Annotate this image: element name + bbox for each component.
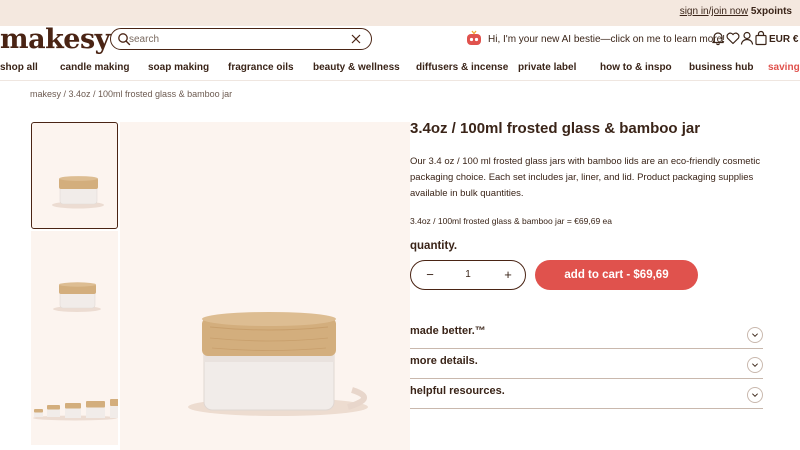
product-thumbnail-3[interactable]: [31, 338, 118, 445]
quantity-label: quantity.: [410, 240, 458, 252]
nav-how-to-inspo[interactable]: how to & inspo: [600, 62, 672, 73]
nav-private-label[interactable]: private label: [518, 62, 576, 73]
nav-diffusers-incense[interactable]: diffusers & incense: [416, 62, 508, 73]
product-description: Our 3.4 oz / 100 ml frosted glass jars w…: [410, 156, 761, 199]
quantity-decrease-button[interactable]: −: [423, 267, 437, 283]
nav-savings[interactable]: savings: [768, 62, 800, 73]
points-label: 5xpoints: [750, 6, 792, 17]
makesy-logo[interactable]: makesy: [0, 24, 110, 55]
search-bar[interactable]: [110, 28, 372, 50]
promo-bar: sign in/join now 5xpoints: [0, 0, 800, 26]
accordion-helpful-resources[interactable]: helpful resources.: [410, 379, 763, 409]
nav-soap-making[interactable]: soap making: [148, 62, 209, 73]
close-icon[interactable]: [350, 33, 362, 45]
bag-icon[interactable]: [753, 30, 769, 46]
ai-bestie-icon[interactable]: [465, 29, 483, 47]
jar-lineup-image: [33, 399, 118, 421]
product-title: 3.4oz / 100ml frosted glass & bamboo jar: [410, 120, 701, 137]
jar-image: [188, 312, 368, 416]
product-main-image[interactable]: [120, 122, 410, 450]
quantity-stepper: − 1 +: [410, 260, 526, 290]
bell-icon[interactable]: [710, 30, 726, 46]
join-now-link[interactable]: join now: [711, 6, 748, 17]
nav-business-hub[interactable]: business hub: [689, 62, 753, 73]
account-links: sign in/join now 5xpoints: [680, 6, 792, 17]
nav-fragrance-oils[interactable]: fragrance oils: [228, 62, 294, 73]
quantity-increase-button[interactable]: +: [501, 267, 515, 283]
nav-shop-all[interactable]: shop all: [0, 62, 38, 73]
breadcrumb[interactable]: makesy / 3.4oz / 100ml frosted glass & b…: [30, 89, 232, 99]
main-nav: shop all candle making soap making fragr…: [0, 55, 800, 81]
accordion-made-better[interactable]: made better.™: [410, 319, 763, 349]
accordion-label: helpful resources.: [410, 385, 505, 397]
nav-candle-making[interactable]: candle making: [60, 62, 129, 73]
accordion-label: more details.: [410, 355, 478, 367]
chevron-down-icon[interactable]: [747, 357, 763, 373]
add-to-cart-button[interactable]: add to cart - $69,69: [535, 260, 698, 290]
accordion-more-details[interactable]: more details.: [410, 349, 763, 379]
chevron-down-icon[interactable]: [747, 387, 763, 403]
quantity-value[interactable]: 1: [461, 269, 475, 280]
product-thumbnail-2[interactable]: [31, 231, 118, 338]
accordion-label: made better.™: [410, 325, 486, 337]
unit-price-line: 3.4oz / 100ml frosted glass & bamboo jar…: [410, 216, 612, 226]
chevron-down-icon[interactable]: [747, 327, 763, 343]
ai-bestie-prompt[interactable]: Hi, I'm your new AI bestie—click on me t…: [488, 34, 725, 45]
product-thumbnail-1[interactable]: [31, 122, 118, 229]
sign-in-link[interactable]: sign in: [680, 6, 709, 17]
jar-image: [52, 176, 104, 209]
jar-image: [53, 282, 101, 312]
nav-beauty-wellness[interactable]: beauty & wellness: [313, 62, 400, 73]
search-input[interactable]: [129, 32, 329, 47]
currency-selector[interactable]: EUR €: [769, 34, 798, 45]
